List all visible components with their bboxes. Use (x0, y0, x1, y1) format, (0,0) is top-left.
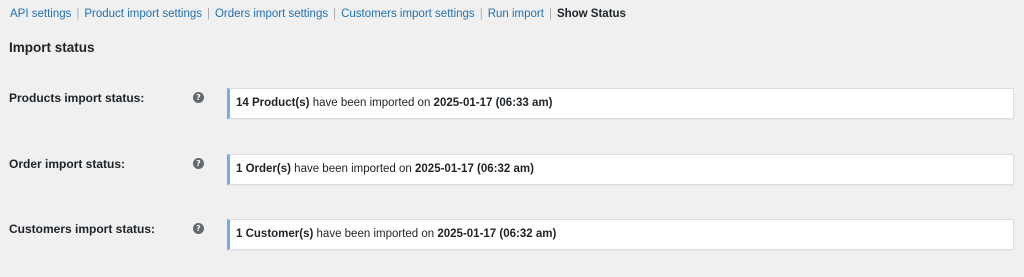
notice-text: have been imported on (316, 228, 435, 240)
order-import-datetime: 2025-01-17 (06:32 am) (415, 163, 534, 175)
products-import-datetime: 2025-01-17 (06:33 am) (433, 97, 553, 109)
products-import-status-label: Products import status: (9, 91, 145, 105)
notice-text: have been imported on (294, 163, 412, 175)
notice-text: have been imported on (312, 97, 431, 109)
nav-link-api-settings[interactable]: API settings (10, 8, 71, 20)
products-import-status-row: Products import status: ? 14 Product(s) … (0, 88, 1024, 124)
customers-import-status-notice: 1 Customer(s) have been imported on 2025… (227, 219, 1014, 250)
page: API settings | Product import settings | Ord… (0, 0, 1024, 277)
settings-subnav: API settings | Product import settings | Ord… (10, 7, 626, 21)
nav-separator: | (479, 8, 483, 20)
products-import-status-notice: 14 Product(s) have been imported on 2025… (227, 88, 1014, 119)
orders-count: 1 Order(s) (236, 163, 291, 175)
customers-import-status-label: Customers import status: (9, 222, 156, 236)
customers-import-datetime: 2025-01-17 (06:32 am) (437, 228, 557, 240)
customers-import-status-row: Customers import status: ? 1 Customer(s)… (0, 219, 1024, 255)
question-circle-icon[interactable]: ? (193, 223, 204, 234)
products-count: 14 Product(s) (236, 97, 310, 109)
nav-link-run-import[interactable]: Run import (488, 8, 544, 20)
nav-current-show-status: Show Status (556, 8, 626, 20)
question-circle-icon[interactable]: ? (193, 92, 204, 103)
customers-count: 1 Customer(s) (236, 228, 314, 240)
nav-separator: | (206, 8, 210, 20)
nav-link-customers-import-settings[interactable]: Customers import settings (341, 8, 475, 20)
nav-separator: | (76, 8, 80, 20)
nav-separator: | (333, 8, 337, 20)
order-import-status-row: Order import status: ? 1 Order(s) have b… (0, 154, 1024, 190)
order-import-status-notice: 1 Order(s) have been imported on 2025-01… (227, 154, 1014, 185)
order-import-status-label: Order import status: (9, 157, 126, 171)
question-circle-icon[interactable]: ? (193, 158, 204, 169)
nav-separator: | (548, 8, 552, 20)
section-title: Import status (9, 40, 95, 55)
nav-link-orders-import-settings[interactable]: Orders import settings (215, 8, 328, 20)
nav-link-product-import-settings[interactable]: Product import settings (84, 8, 202, 20)
